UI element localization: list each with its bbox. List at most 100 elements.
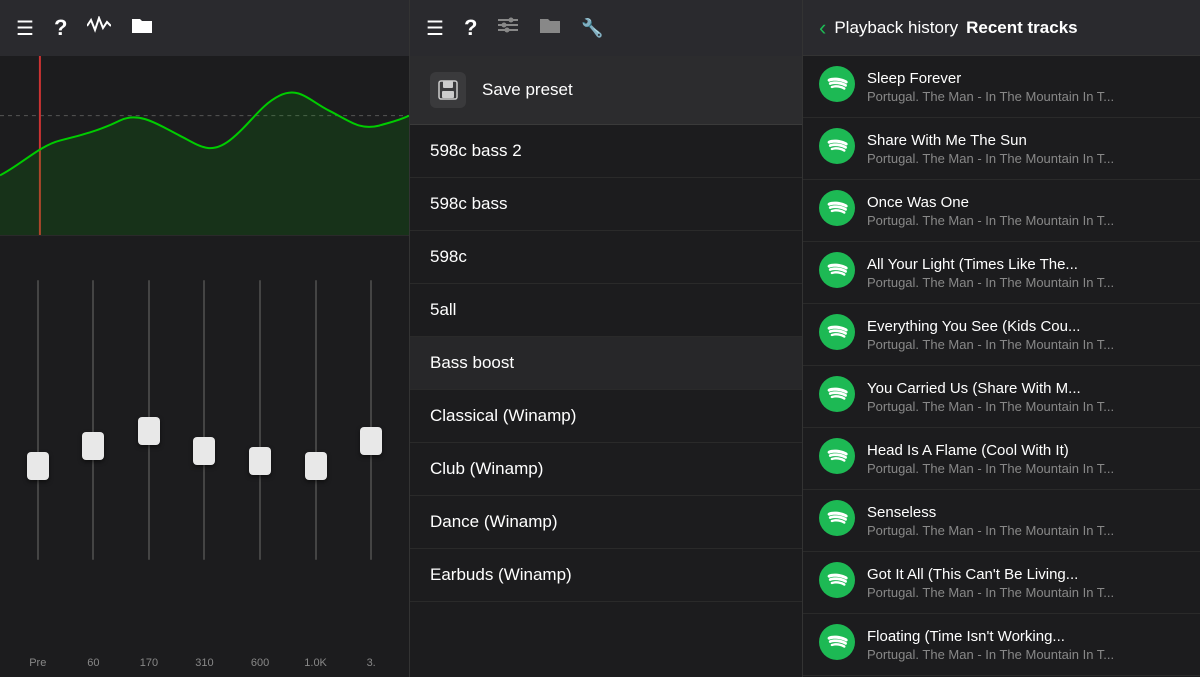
track-name: You Carried Us (Share With M... [867,380,1184,397]
presets-list: Save preset 598c bass 2 598c bass 598c 5… [410,56,802,677]
waveform-icon[interactable] [87,16,111,41]
track-artist: Portugal. The Man - In The Mountain In T… [867,399,1184,414]
freq-label-1k: 1.0K [296,657,336,669]
preset-item-598c[interactable]: 598c [410,231,802,284]
spotify-icon [819,190,855,231]
freq-label-3k: 3. [351,657,391,669]
track-item[interactable]: Once Was One Portugal. The Man - In The M… [803,180,1200,242]
spotify-icon [819,562,855,603]
spotify-icon [819,438,855,479]
track-item[interactable]: Everything You See (Kids Cou... Portugal.… [803,304,1200,366]
track-name: Share With Me The Sun [867,132,1184,149]
back-button[interactable]: ‹ [819,15,826,41]
spotify-icon [819,66,855,107]
spotify-icon [819,314,855,355]
track-item[interactable]: Floating (Time Isn't Working... Portugal.… [803,614,1200,676]
track-artist: Portugal. The Man - In The Mountain In T… [867,337,1184,352]
preset-item-598c-bass-2[interactable]: 598c bass 2 [410,125,802,178]
track-artist: Portugal. The Man - In The Mountain In T… [867,461,1184,476]
presets-toolbar: ☰ ? 🔧 [410,0,802,56]
presets-panel: ☰ ? 🔧 [410,0,803,677]
track-info: All Your Light (Times Like The... Portuga… [867,256,1184,290]
sliders-container [0,246,409,653]
track-item[interactable]: Sleep Forever Portugal. The Man - In The … [803,56,1200,118]
slider-1k[interactable] [315,280,317,620]
track-item[interactable]: Head Is A Flame (Cool With It) Portugal. … [803,428,1200,490]
presets-folder-icon[interactable] [539,16,561,40]
slider-60[interactable] [92,280,94,620]
track-item[interactable]: Got It All (This Can't Be Living... Portu… [803,552,1200,614]
preset-item-5all[interactable]: 5all [410,284,802,337]
track-item[interactable]: You Carried Us (Share With M... Portugal.… [803,366,1200,428]
preset-item-bass-boost[interactable]: Bass boost [410,337,802,390]
track-artist: Portugal. The Man - In The Mountain In T… [867,647,1184,662]
history-title-normal: Playback history [834,18,958,38]
slider-170[interactable] [148,280,150,620]
save-preset-button[interactable]: Save preset [410,56,802,125]
track-name: Once Was One [867,194,1184,211]
preset-item-dance[interactable]: Dance (Winamp) [410,496,802,549]
preset-item-club[interactable]: Club (Winamp) [410,443,802,496]
track-artist: Portugal. The Man - In The Mountain In T… [867,275,1184,290]
track-name: Floating (Time Isn't Working... [867,628,1184,645]
eq-freq-labels: Pre 60 170 310 600 1.0K 3. [0,653,409,677]
track-info: Senseless Portugal. The Man - In The Moun… [867,504,1184,538]
spotify-icon [819,252,855,293]
slider-310[interactable] [203,280,205,620]
track-name: Head Is A Flame (Cool With It) [867,442,1184,459]
track-artist: Portugal. The Man - In The Mountain In T… [867,523,1184,538]
track-item[interactable]: All Your Light (Times Like The... Portuga… [803,242,1200,304]
slider-pre[interactable] [37,280,39,620]
track-artist: Portugal. The Man - In The Mountain In T… [867,585,1184,600]
history-title-bold: Recent tracks [966,18,1078,38]
preset-item-598c-bass[interactable]: 598c bass [410,178,802,231]
track-info: You Carried Us (Share With M... Portugal.… [867,380,1184,414]
preset-item-classical[interactable]: Classical (Winamp) [410,390,802,443]
track-name: Sleep Forever [867,70,1184,87]
freq-label-310: 310 [184,657,224,669]
track-info: Once Was One Portugal. The Man - In The M… [867,194,1184,228]
track-artist: Portugal. The Man - In The Mountain In T… [867,89,1184,104]
history-header: ‹ Playback history Recent tracks [803,0,1200,56]
spotify-icon [819,500,855,541]
track-name: Everything You See (Kids Cou... [867,318,1184,335]
save-icon [430,72,466,108]
track-item[interactable]: Senseless Portugal. The Man - In The Moun… [803,490,1200,552]
track-info: Sleep Forever Portugal. The Man - In The … [867,70,1184,104]
spotify-icon [819,128,855,169]
track-list: Sleep Forever Portugal. The Man - In The … [803,56,1200,677]
presets-menu-icon[interactable]: ☰ [426,16,444,41]
preset-item-earbuds[interactable]: Earbuds (Winamp) [410,549,802,602]
slider-3k[interactable] [370,280,372,620]
save-preset-label: Save preset [482,80,573,100]
track-info: Head Is A Flame (Cool With It) Portugal. … [867,442,1184,476]
slider-600[interactable] [259,280,261,620]
eq-sliders-area: Pre 60 170 310 600 1.0K 3. [0,236,409,677]
track-name: Senseless [867,504,1184,521]
history-panel: ‹ Playback history Recent tracks Sleep F… [803,0,1200,677]
folder-icon[interactable] [131,16,153,40]
spotify-icon [819,624,855,665]
track-info: Share With Me The Sun Portugal. The Man -… [867,132,1184,166]
presets-help-icon[interactable]: ? [464,15,477,41]
freq-label-60: 60 [73,657,113,669]
eq-toolbar: ☰ ? [0,0,409,56]
help-icon[interactable]: ? [54,15,67,41]
track-info: Floating (Time Isn't Working... Portugal.… [867,628,1184,662]
track-info: Got It All (This Can't Be Living... Portu… [867,566,1184,600]
track-artist: Portugal. The Man - In The Mountain In T… [867,151,1184,166]
spotify-icon [819,376,855,417]
menu-icon[interactable]: ☰ [16,16,34,41]
eq-panel: ☰ ? [0,0,410,677]
track-name: All Your Light (Times Like The... [867,256,1184,273]
presets-wrench-icon[interactable]: 🔧 [581,18,603,39]
eq-visualizer [0,56,409,236]
freq-label-600: 600 [240,657,280,669]
track-name: Got It All (This Can't Be Living... [867,566,1184,583]
freq-label-pre: Pre [18,657,58,669]
track-artist: Portugal. The Man - In The Mountain In T… [867,213,1184,228]
presets-eq-icon[interactable] [497,15,519,41]
track-info: Everything You See (Kids Cou... Portugal.… [867,318,1184,352]
track-item[interactable]: Share With Me The Sun Portugal. The Man -… [803,118,1200,180]
freq-label-170: 170 [129,657,169,669]
